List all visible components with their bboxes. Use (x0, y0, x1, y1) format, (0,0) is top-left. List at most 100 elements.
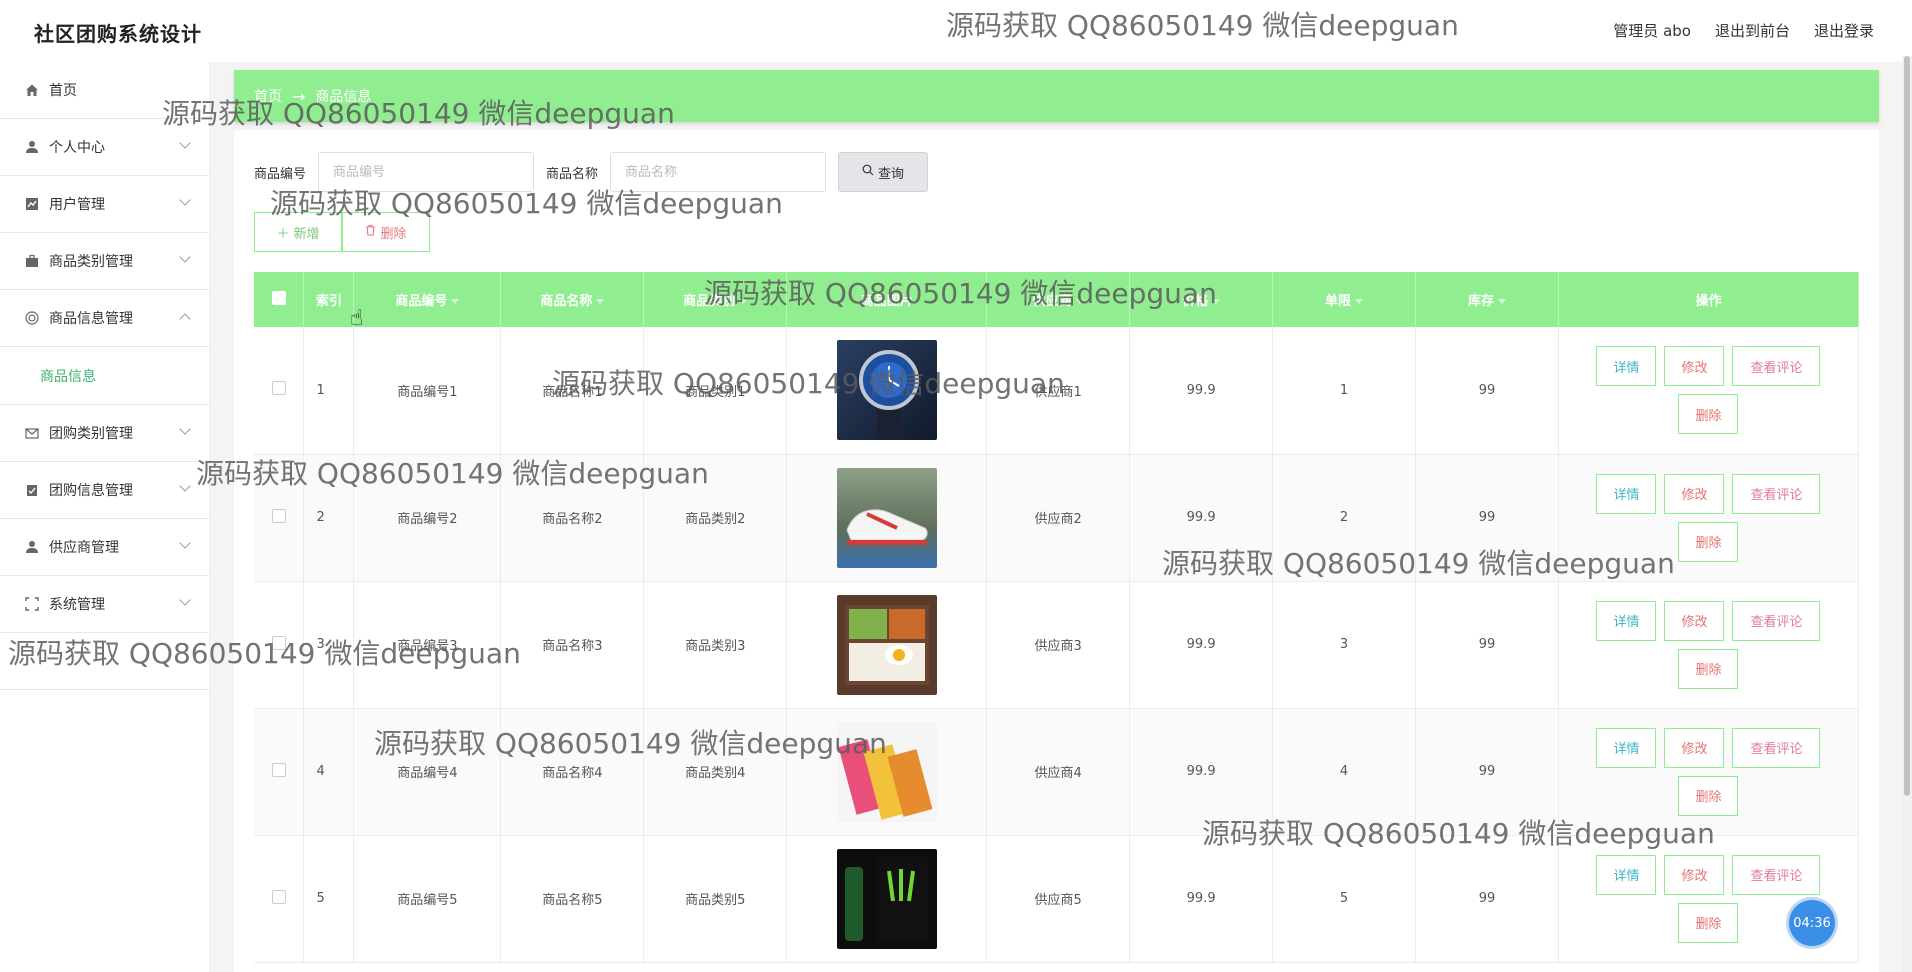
sidebar-item-user-management[interactable]: 用户管理 (0, 176, 209, 233)
batch-delete-button[interactable]: 删除 (342, 212, 430, 252)
cell-code: 商品编号1 (353, 327, 502, 455)
sort-icon[interactable] (451, 299, 460, 304)
column-header[interactable]: 单限 (1272, 272, 1417, 327)
view-reviews-button[interactable]: 查看评论 (1732, 473, 1821, 514)
cell-code: 商品编号4 (353, 708, 502, 836)
query-button[interactable]: 查询 (838, 152, 929, 192)
cell-name: 商品名称2 (500, 454, 645, 582)
row-checkbox[interactable] (271, 889, 286, 904)
sort-icon[interactable] (596, 299, 605, 304)
column-header[interactable]: 供应商 (986, 272, 1131, 327)
sidebar-subitem-product-info[interactable]: 商品信息 (0, 347, 209, 405)
sidebar-item-extra[interactable] (0, 633, 209, 690)
breadcrumb-home[interactable]: 首页 (254, 86, 282, 106)
sidebar-item-label: 个人中心 (49, 140, 105, 156)
product-image-energy-drink[interactable] (836, 848, 937, 949)
delete-button[interactable]: 删除 (1678, 648, 1739, 689)
detail-button[interactable]: 详情 (1596, 346, 1657, 387)
user-icon (24, 139, 40, 155)
row-checkbox[interactable] (271, 762, 286, 777)
delete-button[interactable]: 删除 (1678, 521, 1739, 562)
sort-icon[interactable] (1498, 299, 1506, 304)
cell-stock: 99 (1415, 835, 1559, 963)
sidebar-item-home[interactable]: 首页 (0, 62, 209, 119)
row-checkbox[interactable] (271, 635, 286, 650)
column-header: 操作 (1558, 272, 1860, 327)
add-button[interactable]: ＋ 新增 (254, 212, 342, 252)
product-image-watch[interactable] (836, 340, 937, 441)
cell-category: 商品类别5 (643, 835, 788, 963)
column-header[interactable]: 商品类别 (643, 272, 788, 327)
scrollbar-thumb[interactable] (1904, 56, 1910, 796)
edit-button[interactable]: 修改 (1664, 346, 1725, 387)
cell-price: 99.9 (1129, 454, 1274, 582)
table-row[interactable]: 2 商品编号2 商品名称2 商品类别2 供应商2 99.9 2 99 详情 修改… (254, 454, 1860, 582)
cell-name: 商品名称5 (500, 835, 645, 963)
edit-button[interactable]: 修改 (1664, 727, 1725, 768)
sidebar-item-groupbuy-info-management[interactable]: 团购信息管理 (0, 462, 209, 519)
briefcase-icon (24, 253, 40, 269)
table-row[interactable]: 3 商品编号3 商品名称3 商品类别3 供应商3 99.9 3 99 详情 修改… (254, 581, 1860, 709)
delete-button[interactable]: 删除 (1678, 775, 1739, 816)
product-code-input[interactable] (318, 152, 535, 192)
product-code-label: 商品编号 (254, 166, 307, 182)
detail-button[interactable]: 详情 (1596, 854, 1657, 895)
cell-index: 4 (303, 708, 355, 836)
cell-ops: 详情 修改 查看评论 删除 (1558, 581, 1860, 709)
column-header[interactable]: 商品名称 (500, 272, 645, 327)
detail-button[interactable]: 详情 (1596, 473, 1657, 514)
sidebar-item-groupbuy-category-management[interactable]: 团购类别管理 (0, 405, 209, 462)
edit-button[interactable]: 修改 (1664, 854, 1725, 895)
view-reviews-button[interactable]: 查看评论 (1732, 346, 1821, 387)
sort-icon[interactable] (1075, 299, 1084, 304)
row-checkbox[interactable] (271, 381, 286, 396)
detail-button[interactable]: 详情 (1596, 727, 1657, 768)
sidebar-item-product-category-management[interactable]: 商品类别管理 (0, 233, 209, 290)
table-row[interactable]: 5 商品编号5 商品名称5 商品类别5 供应商5 99.9 5 99 详情 修改… (254, 835, 1860, 963)
sidebar-item-product-info-management[interactable]: 商品信息管理 (0, 290, 209, 347)
product-image-bento[interactable] (836, 594, 937, 695)
cell-limit: 2 (1272, 454, 1417, 582)
select-all-checkbox[interactable] (271, 290, 286, 305)
column-header[interactable]: 库存 (1415, 272, 1559, 327)
exit-to-front-link[interactable]: 退出到前台 (1715, 20, 1790, 41)
sidebar-item-personal-center[interactable]: 个人中心 (0, 119, 209, 176)
cell-image (786, 581, 988, 709)
sort-icon[interactable] (739, 299, 748, 304)
detail-button[interactable]: 详情 (1596, 600, 1657, 641)
view-reviews-button[interactable]: 查看评论 (1732, 854, 1821, 895)
chevron-down-icon (179, 251, 191, 263)
column-header[interactable]: 商品编号 (353, 272, 502, 327)
column-header[interactable]: 价格 (1129, 272, 1274, 327)
product-image-snacks[interactable] (836, 721, 937, 822)
product-image-shoes[interactable] (836, 467, 937, 568)
page-scrollbar[interactable] (1902, 56, 1912, 972)
cell-index: 2 (303, 454, 355, 582)
sidebar-item-system-management[interactable]: 系统管理 (0, 576, 209, 633)
timer-badge[interactable]: 04:36 (1789, 900, 1835, 946)
breadcrumb: 首页 → 商品信息 (234, 70, 1879, 122)
delete-button[interactable]: 删除 (1678, 394, 1739, 435)
delete-button[interactable]: 删除 (1678, 902, 1739, 943)
view-reviews-button[interactable]: 查看评论 (1732, 727, 1821, 768)
sidebar-item-label: 商品类别管理 (49, 254, 133, 270)
select-all-cell[interactable] (254, 272, 305, 327)
view-reviews-button[interactable]: 查看评论 (1732, 600, 1821, 641)
cell-supplier: 供应商2 (986, 454, 1131, 582)
sidebar: 首页 个人中心 用户管理 商品类别管理 商品信息管理 商品信息 团购类别管理 团… (0, 62, 210, 972)
edit-button[interactable]: 修改 (1664, 473, 1725, 514)
edit-button[interactable]: 修改 (1664, 600, 1725, 641)
logout-link[interactable]: 退出登录 (1814, 20, 1874, 41)
cell-category: 商品类别4 (643, 708, 788, 836)
admin-user-label[interactable]: 管理员 abo (1613, 20, 1691, 41)
product-name-input[interactable] (610, 152, 827, 192)
header-links: 管理员 abo 退出到前台 退出登录 (1613, 20, 1874, 41)
sort-icon[interactable] (1355, 299, 1364, 304)
cell-name: 商品名称1 (500, 327, 645, 455)
table-row[interactable]: 4 商品编号4 商品名称4 商品类别4 供应商4 99.9 4 99 详情 修改… (254, 708, 1860, 836)
table-row[interactable]: 1 商品编号1 商品名称1 商品类别1 供应商1 99.9 1 99 详情 修改… (254, 327, 1860, 455)
sort-icon[interactable] (1212, 299, 1221, 304)
sidebar-item-supplier-management[interactable]: 供应商管理 (0, 519, 209, 576)
cell-ops: 详情 修改 查看评论 删除 (1558, 708, 1860, 836)
row-checkbox[interactable] (271, 508, 286, 523)
